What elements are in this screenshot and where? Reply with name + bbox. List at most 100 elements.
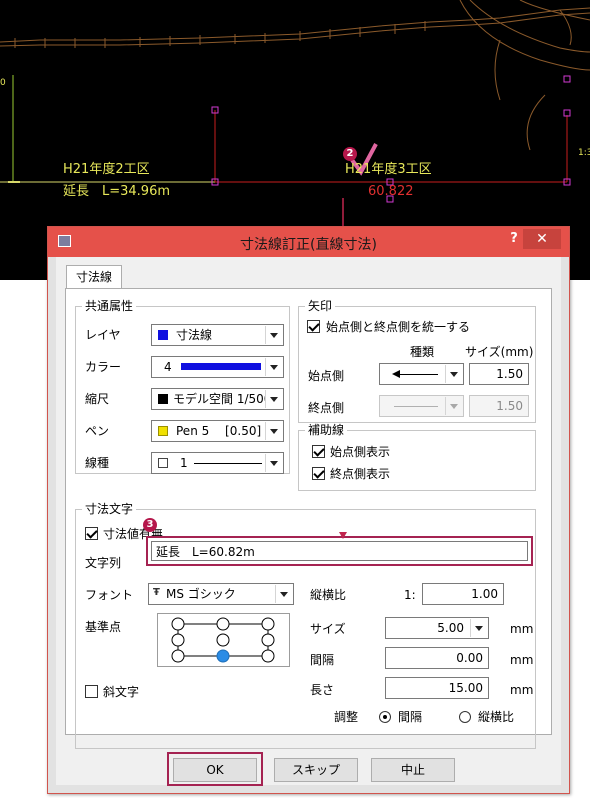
linetype-select[interactable]: 1 bbox=[151, 452, 284, 474]
scale-value: モデル空間 1/500 bbox=[173, 392, 272, 406]
arrow-left-icon bbox=[394, 374, 438, 375]
basepoint-grid bbox=[171, 617, 275, 663]
spacing-label: 間隔 bbox=[310, 653, 335, 667]
arrow-type-header: 種類 bbox=[410, 345, 435, 359]
arrow-end-label: 終点側 bbox=[308, 401, 345, 415]
arrow-start-size-input[interactable]: 1.50 bbox=[469, 363, 529, 385]
aux-end-label: 終点側表示 bbox=[330, 467, 391, 481]
chevron-down-icon bbox=[265, 422, 282, 440]
chevron-down-icon bbox=[445, 397, 462, 415]
common-attributes-group: 共通属性 レイヤ 寸法線 カラー 4 縮尺 モデル空間 1/500 ペン Pen… bbox=[75, 299, 290, 474]
ok-button[interactable]: OK bbox=[173, 758, 257, 782]
cancel-button[interactable]: 中止 bbox=[371, 758, 455, 782]
adjust-spacing-label: 間隔 bbox=[398, 710, 423, 724]
aux-start-label: 始点側表示 bbox=[330, 445, 391, 459]
spacing-input[interactable]: 0.00 bbox=[385, 647, 489, 669]
arrow-start-type-select[interactable] bbox=[379, 363, 464, 385]
aux-line-group: 補助線 始点側表示 終点側表示 bbox=[298, 423, 536, 491]
close-button[interactable]: ✕ bbox=[523, 229, 561, 249]
arrow-end-size-input[interactable]: 1.50 bbox=[469, 395, 529, 417]
area-label-2: H21年度2工区 bbox=[63, 162, 150, 177]
color-select[interactable]: 4 bbox=[151, 356, 284, 378]
pen-select[interactable]: Pen 5 [0.50] bbox=[151, 420, 284, 442]
scale-select[interactable]: モデル空間 1/500 bbox=[151, 388, 284, 410]
pointer-arrowhead bbox=[339, 532, 347, 539]
layer-select[interactable]: 寸法線 bbox=[151, 324, 284, 346]
help-button[interactable]: ? bbox=[507, 231, 521, 249]
length-input[interactable]: 15.00 bbox=[385, 677, 489, 699]
aux-line-legend: 補助線 bbox=[305, 423, 348, 437]
basepoint-label: 基準点 bbox=[85, 620, 122, 634]
common-attributes-legend: 共通属性 bbox=[82, 299, 137, 313]
chevron-down-icon bbox=[265, 326, 282, 344]
color-value: 4 bbox=[164, 360, 172, 374]
chevron-down-icon bbox=[265, 454, 282, 472]
string-input[interactable]: 延長 L=60.82m bbox=[151, 541, 528, 561]
adjust-spacing-radio[interactable] bbox=[379, 711, 391, 723]
dimension-edit-dialog: 寸法線訂正(直線寸法) ? ✕ 寸法線 共通属性 レイヤ 寸法線 カラー 4 縮… bbox=[47, 226, 570, 794]
length-label: 長さ bbox=[310, 683, 335, 697]
string-input-highlight: 延長 L=60.82m bbox=[146, 536, 533, 566]
length-unit: mm bbox=[510, 683, 534, 697]
aspect-label: 縦横比 bbox=[310, 588, 347, 602]
unify-label: 始点側と終点側を統一する bbox=[326, 320, 471, 334]
dialog-body: 寸法線 共通属性 レイヤ 寸法線 カラー 4 縮尺 モデル空間 1/500 ペン… bbox=[56, 257, 561, 786]
linetype-value: 1 bbox=[180, 456, 188, 470]
pen-swatch bbox=[158, 426, 168, 436]
linetype-preview bbox=[194, 463, 262, 464]
font-value: MS ゴシック bbox=[166, 587, 236, 601]
truetype-font-icon: Ŧ bbox=[153, 587, 160, 598]
arrow-start-label: 始点側 bbox=[308, 369, 345, 383]
aspect-prefix: 1: bbox=[404, 588, 416, 602]
adjust-aspect-label: 縦横比 bbox=[478, 710, 515, 724]
unify-checkbox[interactable] bbox=[307, 320, 320, 333]
linetype-label: 線種 bbox=[85, 456, 110, 470]
chevron-down-icon bbox=[265, 390, 282, 408]
scale-label: 縮尺 bbox=[85, 392, 110, 406]
size-label: サイズ bbox=[310, 622, 346, 636]
layer-value: 寸法線 bbox=[176, 328, 213, 342]
aux-start-checkbox[interactable] bbox=[312, 445, 325, 458]
left-edge-text: 0 bbox=[0, 78, 6, 88]
size-select[interactable]: 5.00 bbox=[385, 617, 489, 639]
italic-label: 斜文字 bbox=[103, 685, 140, 699]
arrow-size-header: サイズ(mm) bbox=[465, 345, 534, 359]
size-unit: mm bbox=[510, 622, 534, 636]
area-label-3: H21年度3工区 bbox=[345, 162, 432, 177]
skip-button[interactable]: スキップ bbox=[274, 758, 358, 782]
size-value: 5.00 bbox=[437, 621, 464, 635]
tab-dimension-line[interactable]: 寸法線 bbox=[66, 265, 122, 289]
length-label-2: 延長 L=34.96m bbox=[63, 184, 171, 199]
arrow-legend: 矢印 bbox=[305, 299, 336, 313]
chevron-down-icon bbox=[445, 365, 462, 383]
basepoint-selector[interactable] bbox=[157, 613, 290, 667]
close-icon: ✕ bbox=[536, 231, 548, 247]
chevron-down-icon bbox=[470, 619, 487, 637]
string-label: 文字列 bbox=[85, 556, 122, 570]
italic-checkbox[interactable] bbox=[85, 685, 98, 698]
dialog-titlebar[interactable]: 寸法線訂正(直線寸法) ? ✕ bbox=[48, 227, 569, 257]
scale-edge-text: 1:3 bbox=[578, 148, 590, 158]
dimension-value[interactable]: 60.822 bbox=[368, 185, 414, 199]
arrow-group: 矢印 始点側と終点側を統一する 種類 サイズ(mm) 始点側 1.50 終点側 … bbox=[298, 299, 536, 423]
chevron-down-icon bbox=[265, 358, 282, 376]
adjust-aspect-radio[interactable] bbox=[459, 711, 471, 723]
layer-color-swatch bbox=[158, 330, 168, 340]
arrow-head-icon bbox=[392, 370, 400, 378]
font-select[interactable]: Ŧ MS ゴシック bbox=[148, 583, 294, 605]
dimension-value-checkbox[interactable] bbox=[85, 527, 98, 540]
pen-label: ペン bbox=[85, 424, 110, 438]
dimension-text-legend: 寸法文字 bbox=[82, 502, 137, 516]
step-3-badge: 3 bbox=[143, 518, 157, 532]
color-bar-swatch bbox=[181, 363, 261, 370]
arrow-end-type-select[interactable] bbox=[379, 395, 464, 417]
chevron-down-icon bbox=[275, 585, 292, 603]
step-2-badge: 2 bbox=[343, 147, 357, 161]
spacing-unit: mm bbox=[510, 653, 534, 667]
adjust-label: 調整 bbox=[334, 710, 359, 724]
aux-end-checkbox[interactable] bbox=[312, 467, 325, 480]
scale-swatch bbox=[158, 394, 168, 404]
font-label: フォント bbox=[85, 588, 134, 602]
dialog-title: 寸法線訂正(直線寸法) bbox=[240, 237, 377, 253]
aspect-input[interactable]: 1.00 bbox=[422, 583, 504, 605]
